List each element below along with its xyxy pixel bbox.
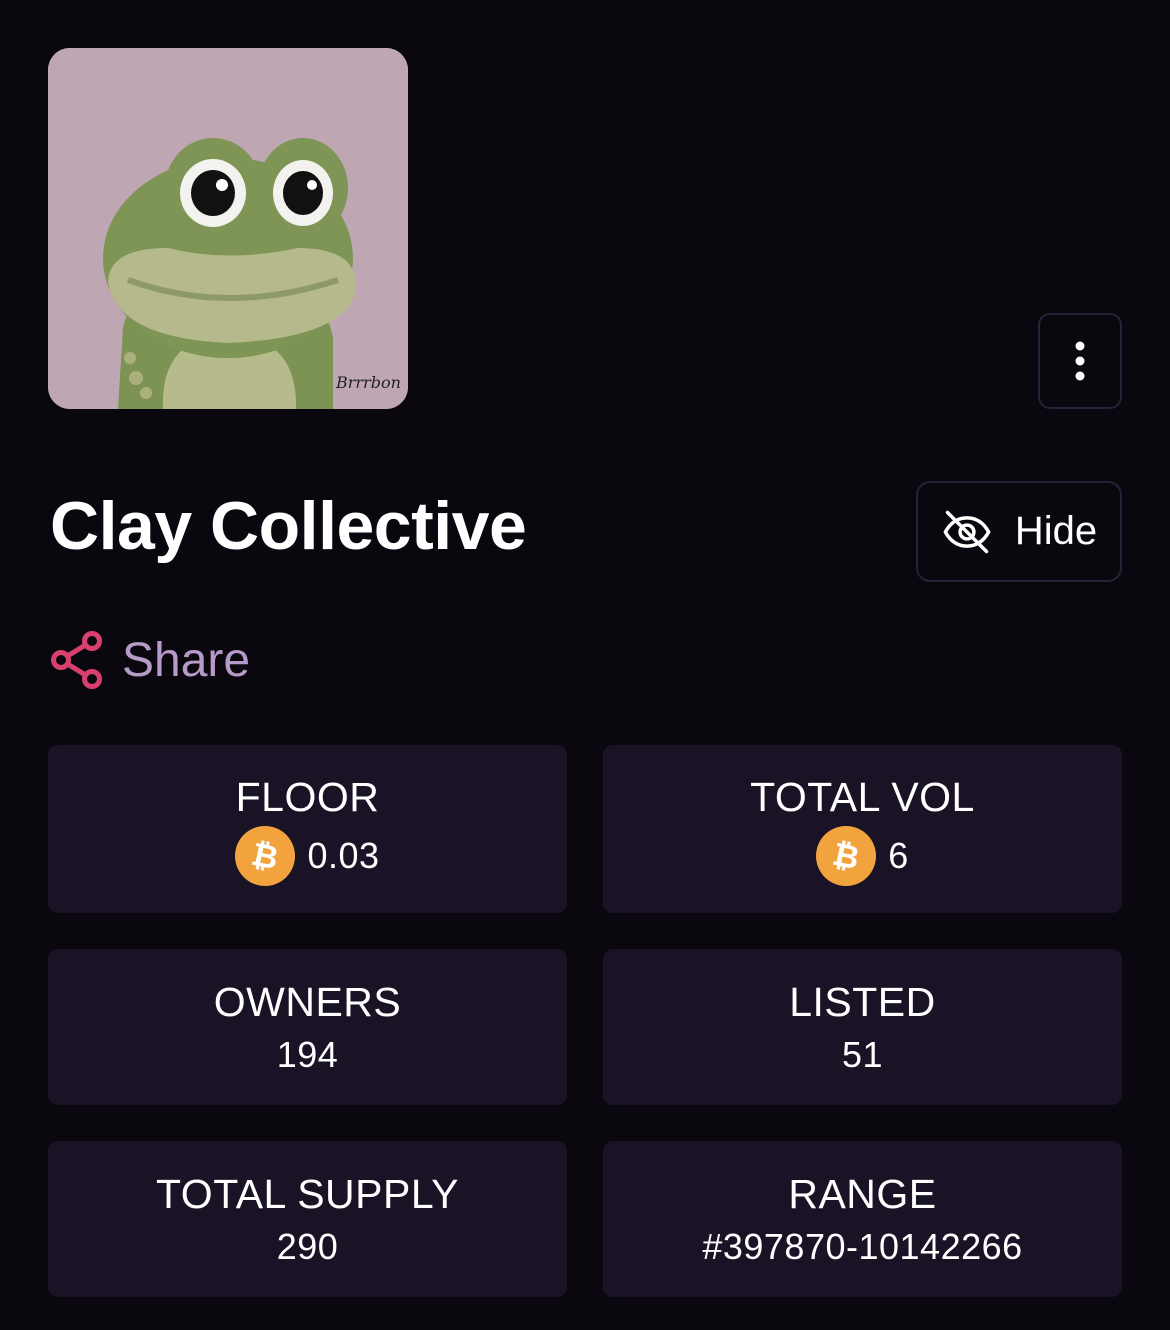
stat-card-listed: LISTED 51 bbox=[603, 949, 1122, 1105]
bitcoin-icon: ₿ bbox=[235, 826, 296, 886]
stat-label: FLOOR bbox=[235, 774, 380, 820]
hide-button-label: Hide bbox=[1014, 509, 1098, 553]
collection-title: Clay Collective bbox=[50, 488, 527, 564]
svg-text:₿: ₿ bbox=[249, 836, 282, 876]
stat-value: 0.03 bbox=[307, 835, 380, 876]
artist-signature: Brrrbon bbox=[335, 373, 401, 392]
stat-card-total-vol: TOTAL VOL ₿ 6 bbox=[603, 745, 1122, 913]
stat-value: 6 bbox=[888, 835, 909, 876]
stat-card-floor: FLOOR ₿ 0.03 bbox=[48, 745, 567, 913]
vertical-ellipsis-icon bbox=[1075, 341, 1085, 381]
stat-label: RANGE bbox=[788, 1171, 937, 1217]
share-nodes-icon bbox=[51, 631, 102, 689]
stat-value: 51 bbox=[841, 1034, 884, 1075]
collection-page: Brrrbon Clay Collective Hide Share FLOOR… bbox=[0, 0, 1170, 1330]
stat-value: #397870-10142266 bbox=[702, 1226, 1023, 1267]
stat-value-row: ₿ 6 bbox=[816, 826, 909, 886]
collection-avatar: Brrrbon bbox=[48, 48, 408, 409]
stat-label: TOTAL SUPPLY bbox=[156, 1171, 459, 1217]
stat-card-total-supply: TOTAL SUPPLY 290 bbox=[48, 1141, 567, 1297]
svg-text:₿: ₿ bbox=[830, 836, 863, 876]
stat-label: TOTAL VOL bbox=[750, 774, 975, 820]
hide-button[interactable]: Hide bbox=[916, 481, 1122, 582]
stat-value: 194 bbox=[276, 1034, 339, 1075]
share-button[interactable]: Share bbox=[50, 630, 250, 690]
bitcoin-icon: ₿ bbox=[816, 826, 877, 886]
stat-label: OWNERS bbox=[213, 979, 402, 1025]
stat-card-owners: OWNERS 194 bbox=[48, 949, 567, 1105]
stat-value: 290 bbox=[276, 1226, 339, 1267]
stat-value-row: ₿ 0.03 bbox=[235, 826, 379, 886]
more-options-button[interactable] bbox=[1038, 313, 1122, 409]
stat-card-range: RANGE #397870-10142266 bbox=[603, 1141, 1122, 1297]
share-label: Share bbox=[122, 633, 251, 687]
stat-label: LISTED bbox=[789, 979, 936, 1025]
eye-slash-icon bbox=[943, 510, 991, 553]
